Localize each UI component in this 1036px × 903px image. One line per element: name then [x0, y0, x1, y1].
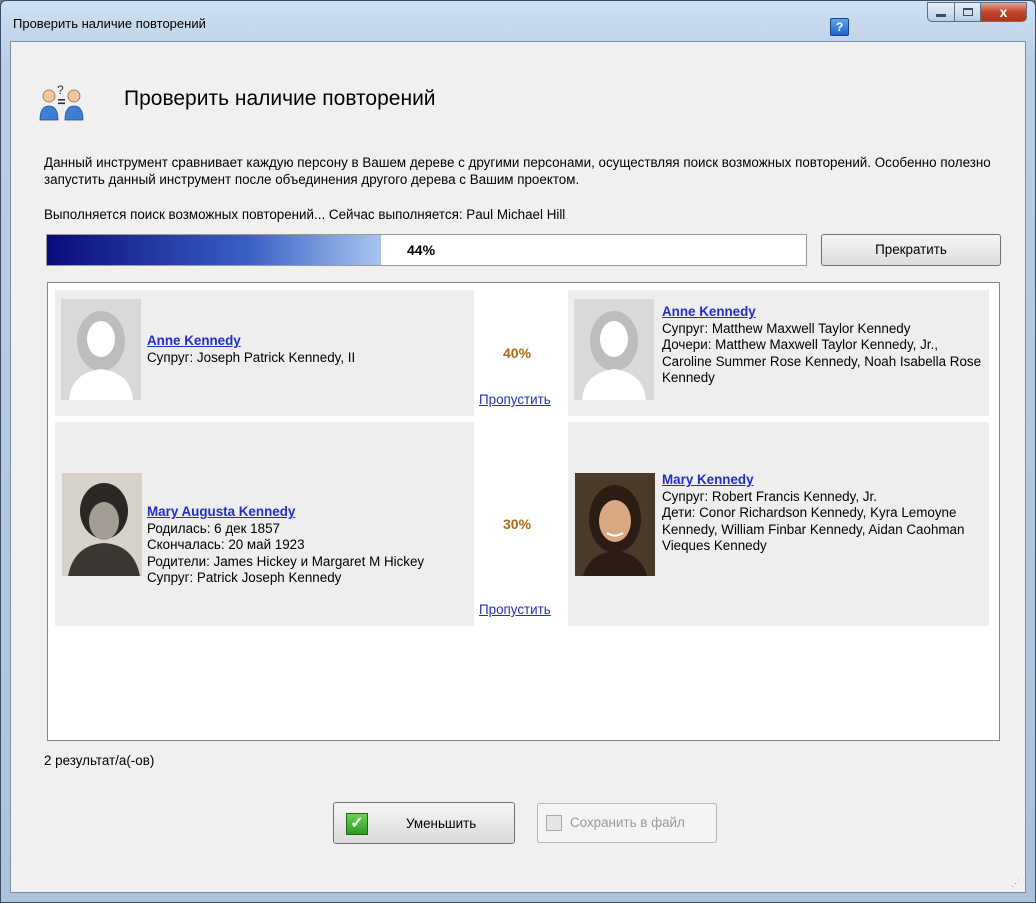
resize-grip-icon[interactable]: ⋰	[1011, 878, 1021, 888]
progress-fill	[47, 235, 381, 265]
person-detail: Дочери: Matthew Maxwell Taylor Kennedy, …	[662, 337, 982, 385]
person-detail: Дети: Conor Richardson Kennedy, Kyra Lem…	[662, 505, 965, 553]
result-row: Anne Kennedy Супруг: Joseph Patrick Kenn…	[55, 290, 989, 416]
person-name-link[interactable]: Anne Kennedy	[662, 304, 982, 321]
person-detail: Супруг: Joseph Patrick Kennedy, II	[147, 349, 356, 365]
person-info: Anne Kennedy Супруг: Joseph Patrick Kenn…	[147, 333, 467, 366]
person-name-link[interactable]: Anne Kennedy	[147, 333, 467, 350]
reduce-button-label: Уменьшить	[406, 816, 477, 831]
match-percent: 40%	[503, 345, 532, 361]
close-button[interactable]: x	[981, 2, 1027, 22]
person-name-link[interactable]: Mary Augusta Kennedy	[147, 504, 467, 521]
minimize-icon	[936, 13, 946, 17]
vintage-portrait-photo	[62, 473, 142, 576]
result-row: Mary Augusta Kennedy Родилась: 6 дек 185…	[55, 422, 989, 626]
skip-link[interactable]: Пропустить	[479, 602, 551, 617]
floppy-disk-icon	[546, 815, 562, 831]
progress-bar: 44%	[46, 234, 807, 266]
person-info: Mary Augusta Kennedy Родилась: 6 дек 185…	[147, 504, 467, 587]
right-person-card: Anne Kennedy Супруг: Matthew Maxwell Tay…	[568, 290, 989, 416]
status-text: Выполняется поиск возможных повторений..…	[44, 207, 566, 222]
dialog-client-area: ? Проверить наличие повторений Данный ин…	[10, 41, 1026, 893]
person-detail: Родилась: 6 дек 1857	[147, 520, 280, 536]
person-detail: Супруг: Patrick Joseph Kennedy	[147, 570, 342, 585]
save-to-file-button[interactable]: Сохранить в файл	[537, 803, 717, 843]
title-bar[interactable]: Проверить наличие повторений ? x	[1, 1, 1035, 41]
skip-link[interactable]: Пропустить	[479, 392, 551, 407]
female-silhouette-photo	[61, 299, 141, 400]
close-icon: x	[999, 4, 1008, 20]
person-name-link[interactable]: Mary Kennedy	[662, 472, 987, 489]
person-detail: Скончалась: 20 май 1923	[147, 537, 305, 552]
dialog-window: Проверить наличие повторений ? x ? Прове…	[0, 0, 1036, 903]
result-count: 2 результат/а(-ов)	[44, 753, 155, 768]
stop-button[interactable]: Прекратить	[821, 234, 1001, 266]
window-title: Проверить наличие повторений	[13, 16, 206, 31]
left-person-card: Anne Kennedy Супруг: Joseph Patrick Kenn…	[55, 290, 474, 416]
svg-text:?: ?	[57, 83, 64, 97]
person-info: Anne Kennedy Супруг: Matthew Maxwell Tay…	[662, 304, 982, 387]
maximize-button[interactable]	[955, 2, 981, 22]
match-percent: 30%	[503, 516, 532, 532]
maximize-icon	[962, 8, 973, 16]
help-button[interactable]: ?	[830, 18, 849, 36]
reduce-button[interactable]: ✓ Уменьшить	[333, 802, 515, 844]
description-text: Данный инструмент сравнивает каждую перс…	[44, 155, 991, 187]
left-person-card: Mary Augusta Kennedy Родилась: 6 дек 185…	[55, 422, 474, 626]
progress-label: 44%	[407, 242, 436, 258]
person-info: Mary Kennedy Супруг: Robert Francis Kenn…	[662, 472, 987, 555]
two-people-question-icon: ?	[39, 83, 84, 121]
save-button-label: Сохранить в файл	[570, 815, 685, 830]
checkmark-icon: ✓	[346, 813, 368, 835]
person-detail: Родители: James Hickey и Margaret M Hick…	[147, 553, 425, 569]
window-controls: x	[927, 2, 1027, 22]
page-title: Проверить наличие повторений	[124, 87, 436, 110]
results-list[interactable]: Anne Kennedy Супруг: Joseph Patrick Kenn…	[47, 282, 1000, 741]
person-detail: Супруг: Matthew Maxwell Taylor Kennedy	[662, 320, 911, 336]
person-detail: Супруг: Robert Francis Kennedy, Jr.	[662, 488, 877, 504]
female-silhouette-photo	[574, 299, 654, 400]
color-portrait-photo	[575, 473, 655, 576]
right-person-card: Mary Kennedy Супруг: Robert Francis Kenn…	[568, 422, 989, 626]
minimize-button[interactable]	[927, 2, 955, 22]
